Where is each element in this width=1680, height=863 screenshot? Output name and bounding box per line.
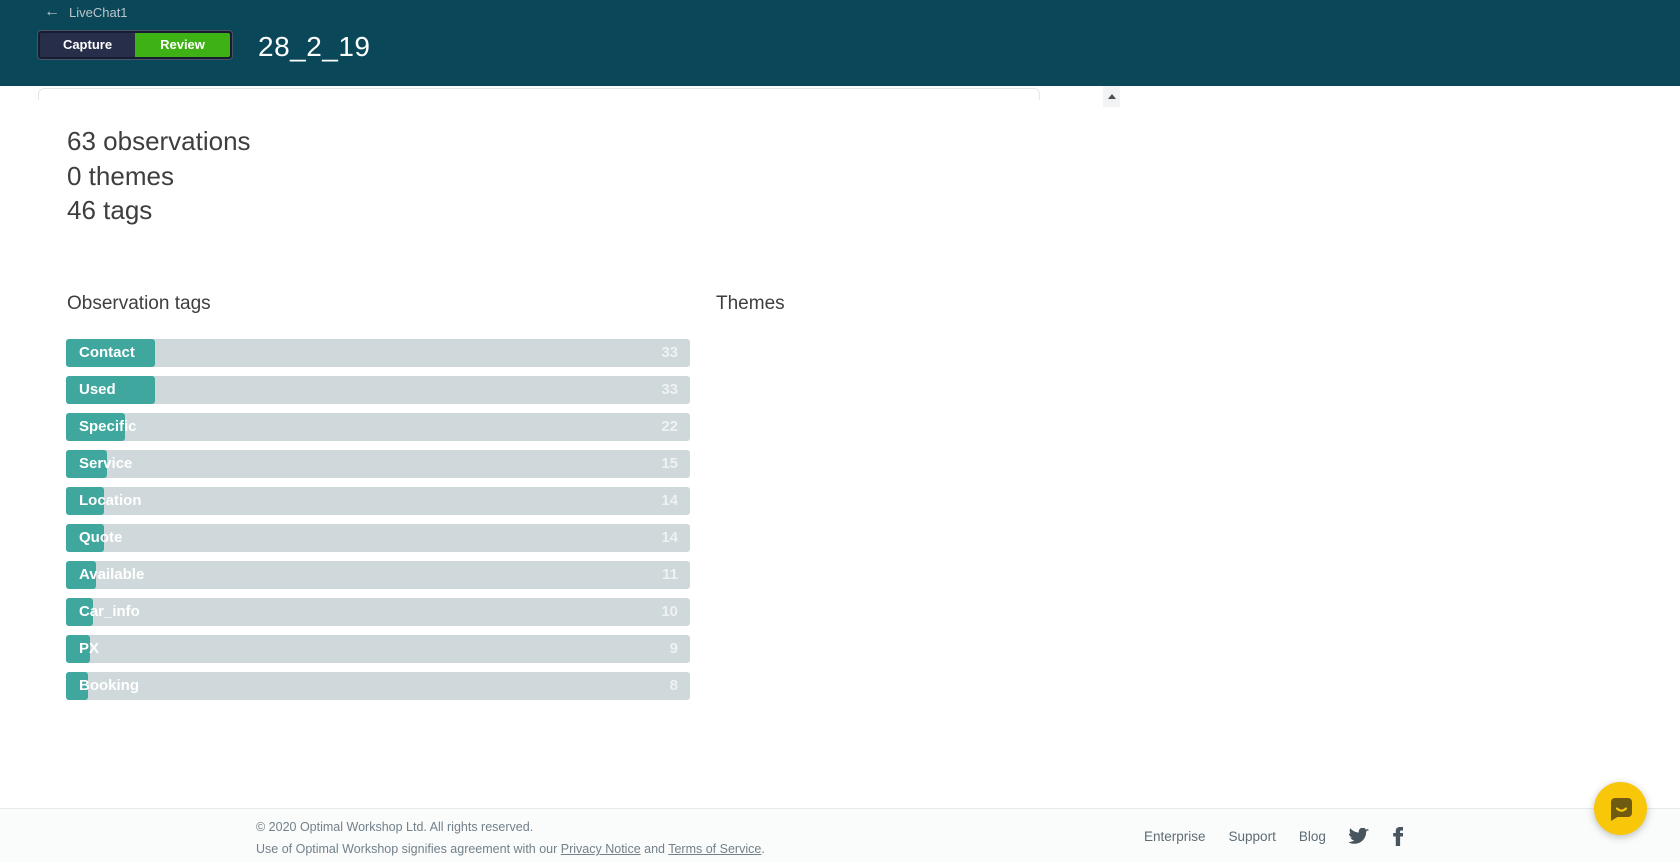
tab-capture[interactable]: Capture: [40, 33, 135, 57]
tag-count: 14: [661, 529, 678, 546]
tag-label: Location: [79, 492, 142, 509]
agreement-mid: and: [640, 842, 669, 856]
back-arrow-icon[interactable]: ←: [44, 4, 60, 20]
tag-bar-list: Contact 33 Used 33 Specific 22 Service 15 Locati…: [66, 339, 690, 709]
themes-heading: Themes: [716, 293, 785, 314]
tag-count: 22: [661, 418, 678, 435]
tag-bar-row[interactable]: Quote 14: [66, 524, 690, 552]
tag-count: 10: [661, 603, 678, 620]
session-title: 28_2_19: [258, 31, 371, 62]
agreement-suffix: .: [761, 842, 765, 856]
tag-label: Specific: [79, 418, 137, 435]
breadcrumb[interactable]: ← LiveChat1: [44, 4, 128, 20]
tag-bar-row[interactable]: PX 9: [66, 635, 690, 663]
footer-link-blog[interactable]: Blog: [1299, 829, 1326, 844]
tag-count: 14: [661, 492, 678, 509]
tag-label: Available: [79, 566, 145, 583]
terms-of-service-link[interactable]: Terms of Service: [668, 842, 761, 856]
tag-label: Quote: [79, 529, 123, 546]
app-footer: © 2020 Optimal Workshop Ltd. All rights …: [0, 808, 1680, 862]
app-header: ← LiveChat1 Capture Review 28_2_19: [0, 0, 1680, 86]
footer-link-enterprise[interactable]: Enterprise: [1144, 829, 1206, 844]
tag-count: 8: [669, 677, 678, 694]
footer-nav: Enterprise Support Blog: [1144, 809, 1403, 863]
observation-tags-heading: Observation tags: [67, 293, 211, 314]
tag-label: Service: [79, 455, 133, 472]
tag-bar-row[interactable]: Specific 22: [66, 413, 690, 441]
tag-label: PX: [79, 640, 100, 657]
agreement-prefix: Use of Optimal Workshop signifies agreem…: [256, 842, 561, 856]
content-card-edge: [38, 88, 1040, 100]
tag-count: 11: [662, 566, 678, 583]
capture-review-toggle: Capture Review: [37, 30, 233, 60]
breadcrumb-label: LiveChat1: [69, 4, 128, 20]
tab-review[interactable]: Review: [135, 33, 230, 57]
tag-bar-row[interactable]: Contact 33: [66, 339, 690, 367]
privacy-notice-link[interactable]: Privacy Notice: [561, 842, 641, 856]
twitter-icon[interactable]: [1348, 827, 1369, 845]
copyright-text: © 2020 Optimal Workshop Ltd. All rights …: [256, 820, 534, 834]
tag-bar-row[interactable]: Location 14: [66, 487, 690, 515]
tag-count: 15: [661, 455, 678, 472]
tag-bar-row[interactable]: Booking 8: [66, 672, 690, 700]
stat-tags: 46 tags: [67, 195, 153, 226]
tag-label: Booking: [79, 677, 139, 694]
tag-label: Used: [79, 381, 116, 398]
tag-bar-row[interactable]: Service 15: [66, 450, 690, 478]
tag-count: 33: [661, 344, 678, 361]
stat-themes: 0 themes: [67, 160, 174, 191]
agreement-text: Use of Optimal Workshop signifies agreem…: [256, 841, 765, 857]
tag-count: 33: [661, 381, 678, 398]
stat-observations: 63 observations: [67, 126, 251, 156]
up-arrow-icon: [1107, 94, 1116, 99]
tag-bar-row[interactable]: Car_info 10: [66, 598, 690, 626]
tag-label: Car_info: [79, 603, 140, 620]
summary-stats: 63 observations 0 themes 46 tags: [67, 124, 251, 228]
tag-bar-row[interactable]: Available 11: [66, 561, 690, 589]
facebook-icon[interactable]: [1392, 826, 1403, 846]
chat-bubble-icon: [1610, 797, 1632, 821]
scrollbar-up-button[interactable]: [1103, 86, 1120, 107]
tag-count: 9: [669, 640, 678, 657]
tag-label: Contact: [79, 344, 135, 361]
footer-link-support[interactable]: Support: [1229, 829, 1276, 844]
tag-bar-row[interactable]: Used 33: [66, 376, 690, 404]
footer-legal: © 2020 Optimal Workshop Ltd. All rights …: [256, 819, 765, 857]
intercom-chat-button[interactable]: [1594, 782, 1647, 835]
